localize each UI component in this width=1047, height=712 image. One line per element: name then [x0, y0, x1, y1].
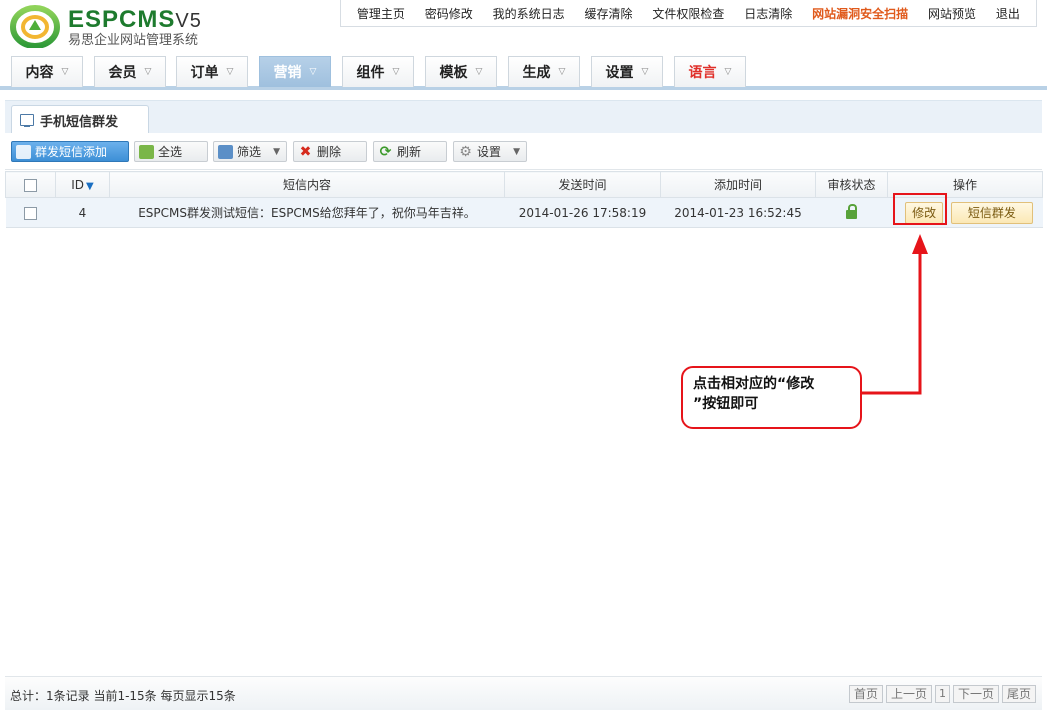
link-clear-cache[interactable]: 缓存清除 — [585, 5, 633, 22]
nav-tab-orders[interactable]: 订单 ▽ — [176, 56, 248, 87]
link-site-preview[interactable]: 网站预览 — [928, 5, 976, 22]
highlight-box — [893, 193, 947, 225]
annotation-callout: 点击相对应的“修改 ”按钮即可 — [681, 366, 862, 429]
page-tab-strip: 手机短信群发 — [5, 100, 1042, 134]
chevron-down-icon: ▽ — [226, 67, 234, 77]
refresh-icon: ⟳ — [379, 143, 392, 160]
filter-button[interactable]: 筛选 ▼ — [213, 141, 287, 162]
header: ESPCMSV5 易思企业网站管理系统 管理主页 密码修改 我的系统日志 缓存清… — [0, 0, 1047, 90]
chevron-down-icon: ▽ — [61, 67, 69, 77]
top-links-bar: 管理主页 密码修改 我的系统日志 缓存清除 文件权限检查 日志清除 网站漏洞安全… — [340, 0, 1037, 27]
row-add-time: 2014-01-23 16:52:45 — [660, 197, 816, 228]
chevron-down-icon: ▽ — [475, 67, 483, 77]
chevron-down-icon: ▽ — [641, 67, 649, 77]
table-row: 4 ESPCMS群发测试短信：ESPCMS给您拜年了，祝你马年吉祥。 2014-… — [5, 197, 1043, 228]
nav-tab-settings[interactable]: 设置 ▽ — [591, 56, 663, 87]
last-page-button[interactable]: 尾页 — [1001, 685, 1036, 703]
link-my-log[interactable]: 我的系统日志 — [493, 5, 565, 22]
add-sms-broadcast-button[interactable]: 群发短信添加 — [11, 141, 129, 162]
page-number[interactable]: 1 — [934, 685, 950, 703]
header-send-time: 发送时间 — [504, 171, 661, 198]
nav-tab-generate[interactable]: 生成 ▽ — [508, 56, 580, 87]
link-logout[interactable]: 退出 — [996, 5, 1020, 22]
chevron-down-icon: ▽ — [392, 67, 400, 77]
link-admin-home[interactable]: 管理主页 — [357, 5, 405, 22]
select-all-button[interactable]: 全选 — [134, 141, 208, 162]
chevron-down-icon: ▽ — [144, 67, 152, 77]
nav-tab-content[interactable]: 内容 ▽ — [11, 56, 83, 87]
header-review-status: 审核状态 — [815, 171, 888, 198]
footer: 总计：1条记录 当前1-15条 每页显示15条 首页 上一页 1 下一页 尾页 — [5, 676, 1042, 710]
header-add-time: 添加时间 — [660, 171, 816, 198]
header-id[interactable]: ID ▼ — [55, 171, 110, 198]
brand-name: ESPCMSV5 — [68, 6, 202, 33]
settings-button[interactable]: ⚙ 设置 ▼ — [453, 141, 527, 162]
link-security-scan[interactable]: 网站漏洞安全扫描 — [812, 5, 908, 22]
gear-icon: ⚙ — [459, 143, 472, 160]
unlock-icon[interactable] — [846, 203, 857, 219]
logo[interactable]: ESPCMSV5 易思企业网站管理系统 — [10, 4, 240, 50]
magnifier-icon — [218, 144, 233, 159]
nav-tab-members[interactable]: 会员 ▽ — [94, 56, 166, 87]
tab-sms-broadcast[interactable]: 手机短信群发 — [11, 105, 149, 134]
espcms-logo-icon — [10, 5, 60, 48]
row-id: 4 — [55, 197, 110, 228]
nav-tab-marketing[interactable]: 营销 ▽ — [259, 56, 331, 87]
nav-tab-components[interactable]: 组件 ▽ — [342, 56, 414, 87]
tab-label: 手机短信群发 — [40, 114, 119, 130]
chevron-down-icon: ▼ — [513, 147, 520, 157]
toolbar: 群发短信添加 全选 筛选 ▼ ✖ 删除 ⟳ 刷新 ⚙ 设置 ▼ — [5, 133, 1042, 170]
add-doc-icon — [16, 144, 31, 159]
nav-tab-templates[interactable]: 模板 ▽ — [425, 56, 497, 87]
monitor-icon — [20, 114, 34, 127]
nav-tab-language[interactable]: 语言 ▽ — [674, 56, 746, 87]
callout-line-2: ”按钮即可 — [693, 396, 759, 412]
row-send-time: 2014-01-26 17:58:19 — [504, 197, 661, 228]
record-stats: 总计：1条记录 当前1-15条 每页显示15条 — [10, 689, 236, 703]
row-checkbox-cell — [5, 197, 56, 228]
link-change-password[interactable]: 密码修改 — [425, 5, 473, 22]
delete-button[interactable]: ✖ 删除 — [293, 141, 367, 162]
chevron-down-icon: ▽ — [724, 67, 732, 77]
row-review-status — [815, 197, 888, 228]
prev-page-button[interactable]: 上一页 — [885, 685, 932, 703]
header-content: 短信内容 — [109, 171, 505, 198]
row-checkbox[interactable] — [24, 206, 37, 220]
main-nav: 内容 ▽ 会员 ▽ 订单 ▽ 营销 ▽ 组件 ▽ 模板 ▽ 生成 ▽ 设置 ▽ 语言 ▽ — [0, 56, 1047, 90]
table-header: ID ▼ 短信内容 发送时间 添加时间 审核状态 操作 — [5, 171, 1043, 198]
row-content: ESPCMS群发测试短信：ESPCMS给您拜年了，祝你马年吉祥。 — [109, 197, 505, 228]
chevron-down-icon: ▽ — [558, 67, 566, 77]
next-page-button[interactable]: 下一页 — [952, 685, 999, 703]
select-all-checkbox[interactable] — [24, 178, 37, 192]
brand-subtitle: 易思企业网站管理系统 — [68, 33, 199, 48]
link-file-permission-check[interactable]: 文件权限检查 — [652, 5, 724, 22]
sort-desc-icon[interactable]: ▼ — [86, 181, 94, 192]
header-select-all-checkbox-cell[interactable] — [5, 171, 56, 198]
delete-x-icon: ✖ — [299, 143, 312, 160]
first-page-button[interactable]: 首页 — [848, 685, 883, 703]
callout-line-1: 点击相对应的“修改 — [693, 376, 815, 392]
chevron-down-icon: ▼ — [273, 147, 280, 157]
grid-check-icon — [139, 144, 154, 159]
send-sms-button[interactable]: 短信群发 — [950, 201, 1033, 224]
sms-table: ID ▼ 短信内容 发送时间 添加时间 审核状态 操作 4 ESPCMS群发测试短… — [5, 171, 1043, 228]
refresh-button[interactable]: ⟳ 刷新 — [373, 141, 447, 162]
link-clear-log[interactable]: 日志清除 — [744, 5, 792, 22]
chevron-down-icon: ▽ — [309, 67, 317, 77]
pagination: 首页 上一页 1 下一页 尾页 — [848, 685, 1036, 703]
